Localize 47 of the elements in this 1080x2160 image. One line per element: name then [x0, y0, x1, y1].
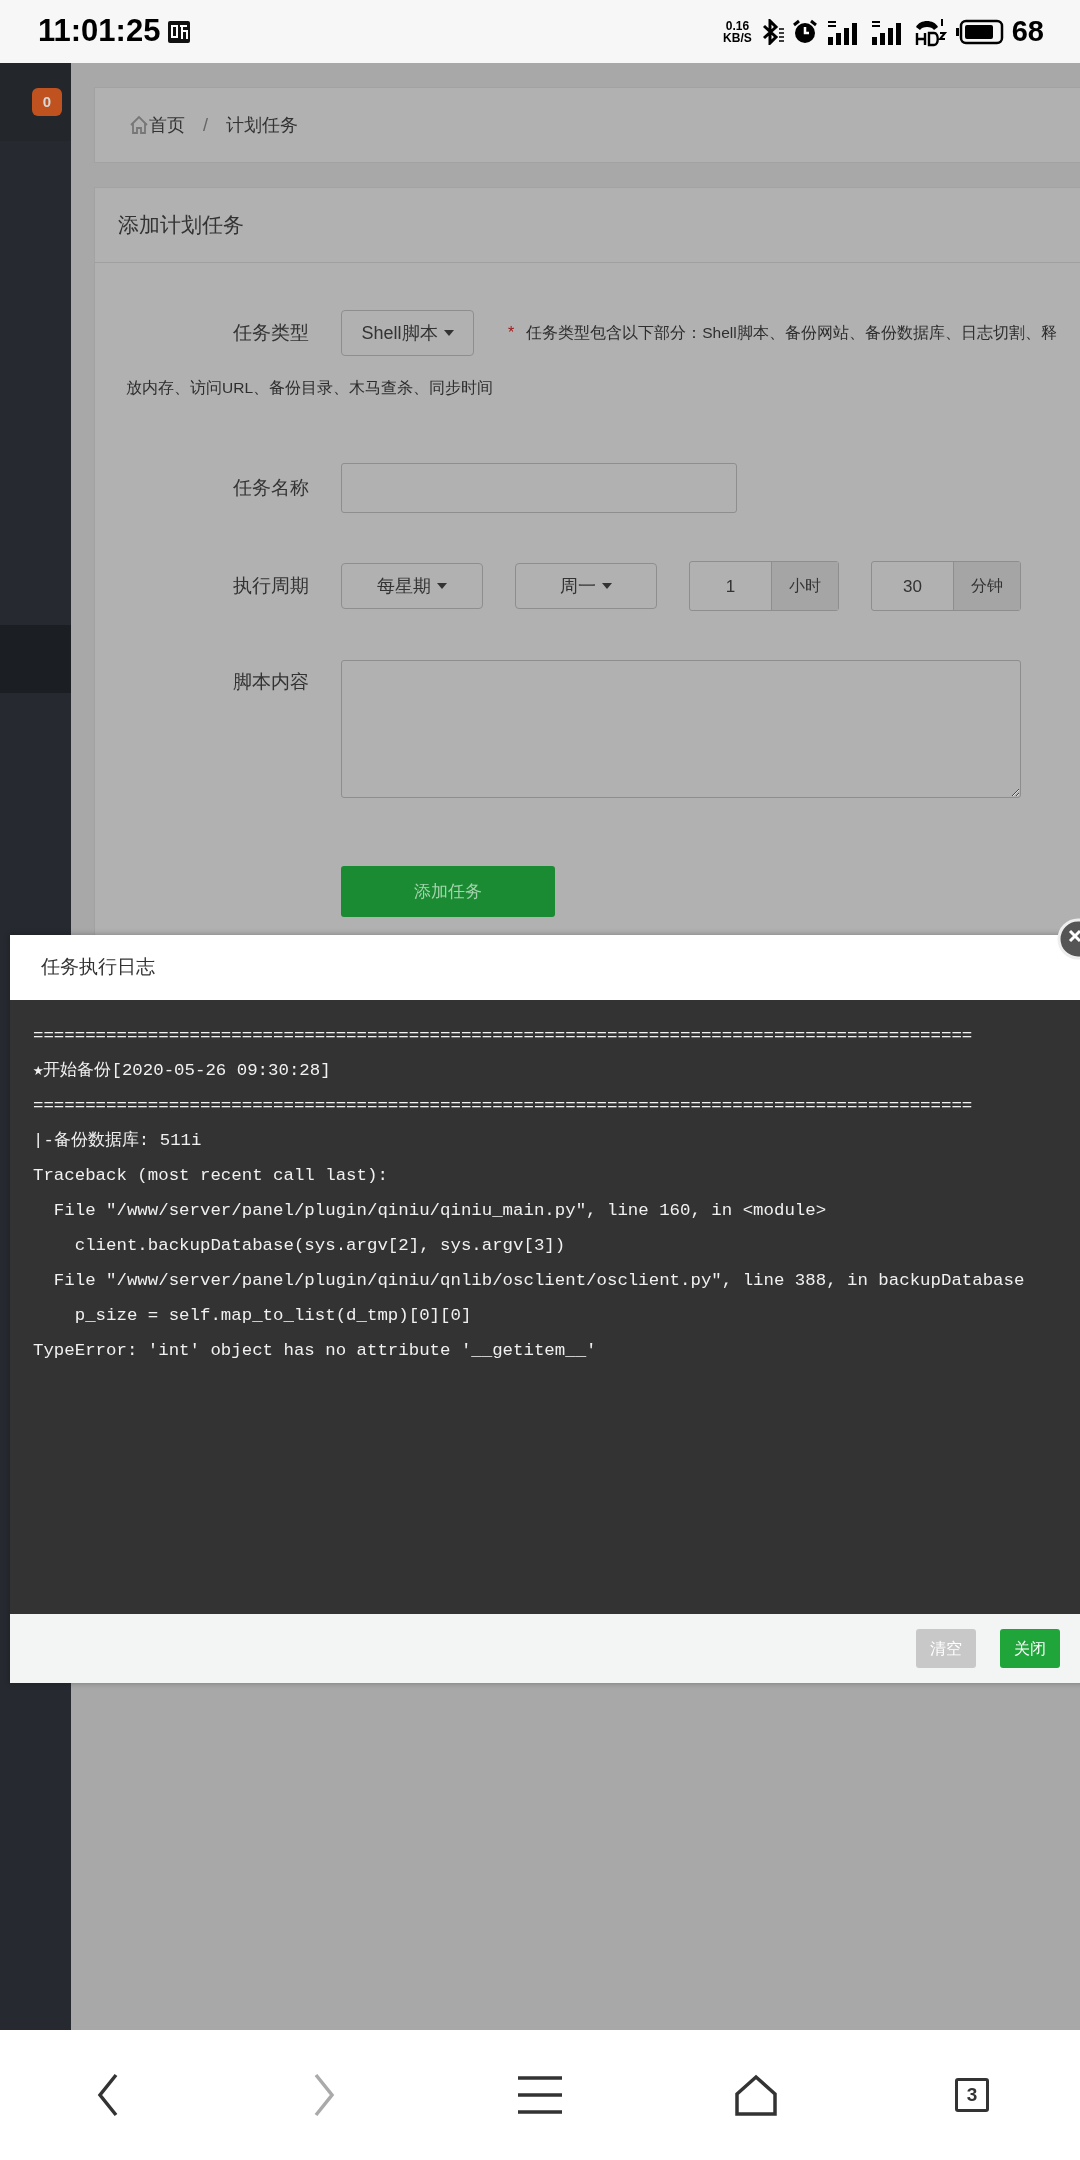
clock-time: 11:01:25 — [38, 12, 161, 51]
field-label: 脚本内容 — [232, 670, 310, 695]
field-label: 执行周期 — [232, 574, 310, 598]
log-line: client.backupDatabase(sys.argv[2], sys.argv[3]) — [73, 1235, 567, 1257]
close-button[interactable]: 关闭 — [1000, 1629, 1060, 1668]
tab-count[interactable]: 3 — [955, 2078, 989, 2112]
home-icon — [129, 115, 149, 135]
caret-icon — [437, 583, 447, 590]
time-unit: 分钟 — [954, 562, 1020, 611]
dialog-title: 任务执行日志 — [10, 935, 1080, 1000]
period-dropdown[interactable]: 周一 — [515, 563, 657, 610]
breadcrumb-separator: / — [203, 113, 208, 137]
close-icon[interactable] — [1057, 918, 1080, 960]
log-line: |-备份数据库: 511i — [33, 1129, 203, 1152]
type-dropdown[interactable]: Shell脚本 — [341, 310, 474, 356]
field-label: 任务类型 — [232, 320, 310, 345]
period-dropdown[interactable]: 每星期 — [341, 563, 483, 610]
hd-call-icon — [913, 16, 948, 47]
log-line: Traceback (most recent call last): — [33, 1165, 389, 1187]
help-text: 放内存、访问URL、备份目录、木马查杀、同步时间 — [125, 378, 494, 398]
task-name-field[interactable] — [341, 463, 737, 514]
required-mark: * — [508, 323, 515, 343]
log-line: File "/www/server/panel/plugin/qiniu/qiniu_main.py", line 160, in <module> — [52, 1200, 828, 1222]
app-notification-icon — [168, 21, 191, 44]
log-line: ★开始备份[2020-05-26 09:30:28] — [33, 1060, 332, 1082]
notification-count: 0 — [32, 88, 62, 116]
script-content-field[interactable] — [341, 660, 1021, 799]
log-line: TypeError: 'int' object has no attribute '__getitem__' — [33, 1340, 598, 1362]
log-line: File "/www/server/panel/plugin/qiniu/qnlib/osclient/osclient.py", line 388, in backupDatabase — [52, 1270, 1026, 1292]
log-line: ========================================================================================== — [33, 1095, 974, 1117]
log-line: p_size = self.map_to_list(d_tmp)[0][0] — [73, 1305, 473, 1327]
breadcrumb-link[interactable]: 计划任务 — [226, 111, 298, 139]
menu-icon[interactable] — [518, 2075, 562, 2115]
time-unit: 小时 — [772, 562, 838, 611]
card-title: 添加计划任务 — [95, 188, 1080, 263]
battery-icon — [955, 18, 1004, 45]
alarm-icon — [791, 18, 818, 45]
field-label: 任务名称 — [232, 476, 310, 500]
caret-icon — [443, 330, 454, 336]
help-text: 任务类型包含以下部分：Shell脚本、备份网站、备份数据库、日志切割、释 — [526, 323, 1057, 344]
network-speed: 0.16 KB/S — [723, 19, 752, 44]
log-line: ========================================================================================== — [33, 1025, 974, 1047]
caret-icon — [602, 583, 612, 590]
battery-level: 68 — [1011, 13, 1044, 49]
home-icon[interactable] — [734, 2074, 778, 2116]
breadcrumb-link[interactable]: 首页 — [149, 111, 185, 139]
back-icon[interactable] — [96, 2072, 120, 2118]
